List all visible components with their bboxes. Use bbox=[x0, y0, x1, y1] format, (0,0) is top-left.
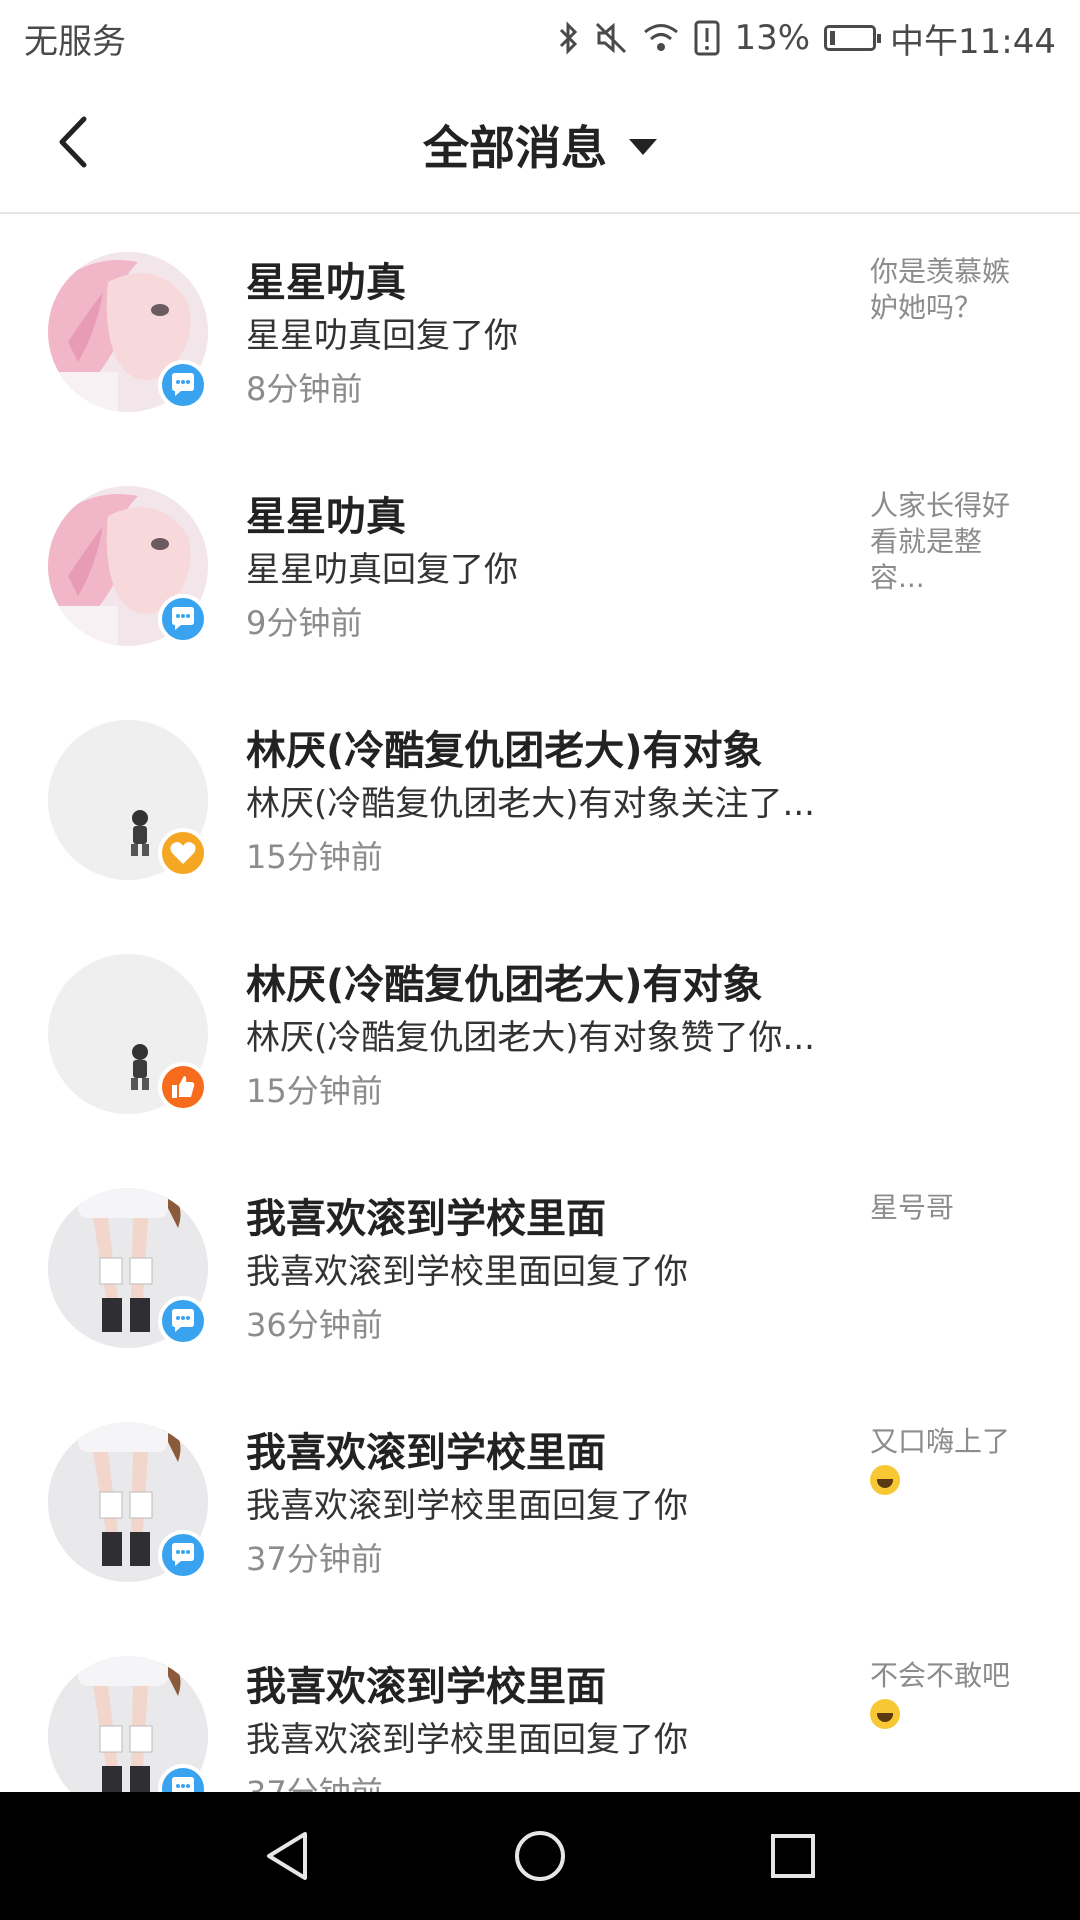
message-action: 林厌(冷酷复仇团老大)有对象赞了你... bbox=[246, 1018, 815, 1058]
message-item[interactable]: 星星叻真星星叻真回复了你 9分钟前 人家长得好看就是整容... bbox=[0, 448, 1080, 682]
message-preview[interactable]: 人家长得好看就是整容... bbox=[870, 488, 1030, 596]
nav-home-icon bbox=[514, 1831, 565, 1881]
sender-name[interactable]: 林厌(冷酷复仇团老大)有对象 bbox=[246, 718, 763, 776]
preview-text: 又口嗨上了 bbox=[870, 1425, 1011, 1458]
clock: 中午11:44 bbox=[890, 21, 1056, 62]
message-time: 15分钟前 bbox=[246, 838, 383, 876]
laughing-emoji-icon bbox=[870, 1699, 900, 1729]
status-icons: 13% 中午11:44 bbox=[558, 14, 1056, 63]
status-bar: 无服务 13% 中午11:44 bbox=[0, 0, 1080, 76]
message-item[interactable]: 林厌(冷酷复仇团老大)有对象林厌(冷酷复仇团老大)有对象赞了你... 15分钟前 bbox=[0, 916, 1080, 1150]
message-item[interactable]: 我喜欢滚到学校里面我喜欢滚到学校里面回复了你 37分钟前 不会不敢吧 bbox=[0, 1618, 1080, 1792]
laughing-emoji-icon bbox=[870, 1465, 900, 1495]
nav-recents-button[interactable] bbox=[753, 1816, 833, 1896]
sender-name[interactable]: 我喜欢滚到学校里面 bbox=[246, 1420, 606, 1478]
message-action: 星星叻真回复了你 bbox=[246, 316, 518, 356]
message-item[interactable]: 星星叻真星星叻真回复了你 8分钟前 你是羡慕嫉妒她吗？ bbox=[0, 214, 1080, 448]
page-title: 全部消息 bbox=[423, 121, 607, 175]
message-list[interactable]: 星星叻真 星星叻真回复了你 8分钟前 你是羡慕嫉妒她吗？ 星星叻真 星星叻真回复了你 9分钟… bbox=[0, 214, 1080, 1792]
sender-name[interactable]: 我喜欢滚到学校里面 bbox=[246, 1654, 606, 1712]
message-action: 我喜欢滚到学校里面回复了你 bbox=[246, 1720, 688, 1760]
system-nav-bar bbox=[0, 1792, 1080, 1920]
message-action: 我喜欢滚到学校里面回复了你 bbox=[246, 1252, 688, 1292]
message-item[interactable]: 林厌(冷酷复仇团老大)有对象林厌(冷酷复仇团老大)有对象关注了... 15分钟前 bbox=[0, 682, 1080, 916]
message-preview[interactable]: 又口嗨上了 bbox=[870, 1424, 1030, 1496]
preview-text: 你是羡慕嫉妒她吗？ bbox=[870, 255, 1011, 324]
nav-home-button[interactable] bbox=[500, 1816, 580, 1896]
message-time: 8分钟前 bbox=[246, 370, 363, 408]
sender-name[interactable]: 星星叻真 bbox=[246, 250, 406, 308]
nav-back-icon bbox=[266, 1832, 307, 1880]
message-time: 37分钟前 bbox=[246, 1768, 383, 1792]
comment-icon bbox=[158, 1296, 208, 1346]
battery-charging-icon bbox=[824, 25, 882, 51]
message-item[interactable]: 我喜欢滚到学校里面我喜欢滚到学校里面回复了你 36分钟前 星号哥 bbox=[0, 1150, 1080, 1384]
sender-name[interactable]: 我喜欢滚到学校里面 bbox=[246, 1186, 606, 1244]
thumbs-up-icon bbox=[158, 1062, 208, 1112]
comment-icon bbox=[158, 1530, 208, 1580]
message-time: 9分钟前 bbox=[246, 604, 363, 642]
preview-text: 不会不敢吧 bbox=[870, 1659, 1011, 1692]
sender-name[interactable]: 星星叻真 bbox=[246, 484, 406, 542]
wifi-icon bbox=[642, 22, 680, 54]
caret-down-icon bbox=[629, 139, 657, 155]
battery-percent: 13% bbox=[734, 18, 811, 58]
mute-icon bbox=[594, 21, 628, 55]
message-preview[interactable]: 星号哥 bbox=[870, 1190, 1030, 1226]
message-preview[interactable]: 不会不敢吧 bbox=[870, 1658, 1030, 1730]
message-action: 星星叻真回复了你 bbox=[246, 550, 518, 590]
comment-icon bbox=[158, 360, 208, 410]
message-preview[interactable]: 你是羡慕嫉妒她吗？ bbox=[870, 254, 1030, 326]
header: 全部消息 bbox=[0, 76, 1080, 214]
preview-text: 人家长得好看就是整容... bbox=[870, 489, 1011, 594]
comment-icon bbox=[158, 594, 208, 644]
nav-recents-icon bbox=[771, 1834, 816, 1878]
message-action: 林厌(冷酷复仇团老大)有对象关注了... bbox=[246, 784, 815, 824]
preview-text: 星号哥 bbox=[870, 1191, 955, 1224]
heart-icon bbox=[158, 828, 208, 878]
carrier-text: 无服务 bbox=[24, 21, 126, 62]
bluetooth-icon bbox=[558, 21, 580, 55]
nav-back-button[interactable] bbox=[247, 1816, 327, 1896]
sender-name[interactable]: 林厌(冷酷复仇团老大)有对象 bbox=[246, 952, 763, 1010]
message-time: 15分钟前 bbox=[246, 1072, 383, 1110]
message-time: 36分钟前 bbox=[246, 1306, 383, 1344]
message-time: 37分钟前 bbox=[246, 1540, 383, 1578]
title-dropdown[interactable]: 全部消息 bbox=[0, 76, 1080, 214]
message-item[interactable]: 我喜欢滚到学校里面我喜欢滚到学校里面回复了你 37分钟前 又口嗨上了 bbox=[0, 1384, 1080, 1618]
message-action: 我喜欢滚到学校里面回复了你 bbox=[246, 1486, 688, 1526]
alert-icon bbox=[694, 20, 720, 56]
